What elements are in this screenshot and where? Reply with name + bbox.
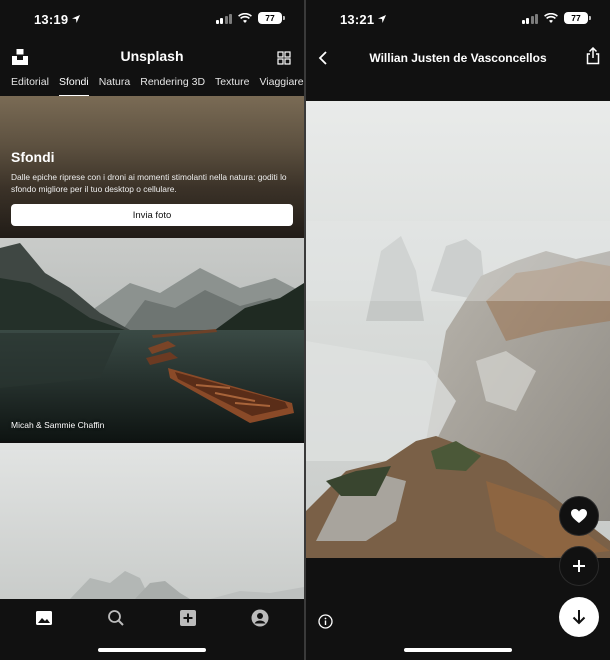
status-icons: 77 <box>215 12 285 24</box>
signal-icon <box>521 13 538 24</box>
tab-rendering-3d[interactable]: Rendering 3D <box>140 76 205 96</box>
tab-viaggiare[interactable]: Viaggiare <box>259 76 303 96</box>
photo-credit[interactable]: Micah & Sammie Chaffin <box>11 420 104 430</box>
bottom-nav <box>0 599 304 660</box>
info-icon[interactable] <box>318 614 333 629</box>
like-button[interactable] <box>559 496 599 536</box>
tab-texture[interactable]: Texture <box>215 76 249 96</box>
heart-icon <box>571 509 587 523</box>
add-square-icon[interactable] <box>179 609 197 627</box>
account-icon[interactable] <box>251 609 269 627</box>
screen-photo-detail: 13:21 77 Willian Justen de Vasconcellos <box>306 0 610 660</box>
photo-misty-mountains[interactable] <box>0 443 304 599</box>
category-tabs: Editorial Sfondi Natura Rendering 3D Tex… <box>0 76 304 96</box>
home-indicator <box>98 648 206 652</box>
tab-natura[interactable]: Natura <box>99 76 131 96</box>
tab-editorial[interactable]: Editorial <box>11 76 49 96</box>
status-bar: 13:19 77 <box>0 0 304 40</box>
topic-hero: Sfondi Dalle epiche riprese con i droni … <box>0 96 304 238</box>
home-indicator <box>404 648 512 652</box>
photo-misty-peak[interactable] <box>306 101 610 558</box>
wifi-icon <box>544 12 558 23</box>
upload-photo-button[interactable]: Invia foto <box>11 204 293 226</box>
download-button[interactable] <box>559 597 599 637</box>
location-arrow-icon <box>72 15 80 23</box>
lake-boats-image <box>0 238 304 441</box>
misty-mountains-image <box>0 443 304 599</box>
hero-title: Sfondi <box>11 149 55 165</box>
hero-description: Dalle epiche riprese con i droni ai mome… <box>11 172 287 194</box>
location-arrow-icon <box>378 15 386 23</box>
screen-feed: 13:19 77 Unsplash Editorial Sfondi Natur… <box>0 0 304 660</box>
search-icon[interactable] <box>107 609 125 627</box>
add-to-collection-button[interactable] <box>559 546 599 586</box>
image-icon[interactable] <box>35 609 53 627</box>
share-icon[interactable] <box>586 47 600 65</box>
battery-icon: 77 <box>564 12 591 24</box>
photographer-name[interactable]: Willian Justen de Vasconcellos <box>306 51 610 65</box>
plus-icon <box>573 560 585 572</box>
photo-lake-boats[interactable]: Micah & Sammie Chaffin <box>0 238 304 441</box>
tab-sfondi[interactable]: Sfondi <box>58 76 89 96</box>
wifi-icon <box>238 12 252 23</box>
status-icons: 77 <box>521 12 591 24</box>
download-icon <box>572 610 586 625</box>
app-header: Unsplash <box>0 40 304 76</box>
misty-peak-image <box>306 101 610 558</box>
battery-icon: 77 <box>258 12 285 24</box>
status-bar: 13:21 77 <box>306 0 610 40</box>
status-time: 13:21 <box>340 12 375 27</box>
grid-icon[interactable] <box>277 51 291 65</box>
status-time: 13:19 <box>34 12 69 27</box>
signal-icon <box>215 13 232 24</box>
app-title: Unsplash <box>120 48 184 64</box>
detail-header: Willian Justen de Vasconcellos <box>306 40 610 76</box>
